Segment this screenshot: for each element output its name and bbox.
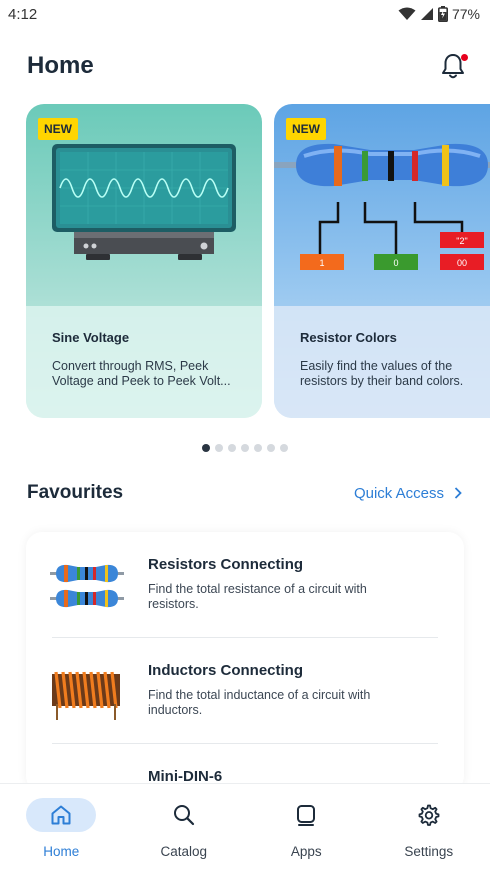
nav-settings-pill bbox=[394, 798, 464, 832]
bottom-navigation: Home Catalog Apps Settings bbox=[0, 783, 490, 871]
page-dot[interactable] bbox=[215, 444, 223, 452]
chevron-right-icon bbox=[454, 487, 462, 499]
nav-label: Home bbox=[43, 844, 80, 859]
gear-icon bbox=[418, 804, 440, 826]
featured-carousel[interactable]: NEW Sine Voltage Convert through RMS, Pe… bbox=[26, 104, 490, 418]
nav-settings[interactable]: Settings bbox=[368, 784, 490, 871]
wifi-icon bbox=[398, 7, 416, 20]
status-icons: 77% bbox=[398, 6, 480, 22]
header: Home bbox=[27, 48, 468, 84]
card-title: Sine Voltage bbox=[52, 330, 130, 345]
search-icon bbox=[173, 805, 194, 826]
nav-label: Catalog bbox=[160, 844, 208, 859]
new-badge: NEW bbox=[286, 118, 326, 140]
resistors-thumbnail bbox=[50, 564, 124, 608]
page-dot[interactable] bbox=[202, 444, 210, 452]
item-description: Find the total resistance of a circuit w… bbox=[148, 582, 367, 611]
nav-catalog-pill bbox=[149, 798, 219, 832]
card-title: Resistor Colors bbox=[300, 330, 397, 345]
nav-apps[interactable]: Apps bbox=[245, 784, 368, 871]
carousel-pagination[interactable] bbox=[0, 444, 490, 452]
card-description: Convert through RMS, Peek Voltage and Pe… bbox=[52, 359, 231, 388]
status-time: 4:12 bbox=[8, 5, 38, 23]
page-dot[interactable] bbox=[228, 444, 236, 452]
nav-label: Settings bbox=[404, 844, 454, 859]
home-icon bbox=[51, 805, 71, 825]
band-label-multiplier: 00 bbox=[457, 258, 467, 268]
inductor-thumbnail bbox=[52, 671, 120, 720]
page-dot[interactable] bbox=[241, 444, 249, 452]
list-item-inductors-connecting[interactable]: Inductors Connecting Find the total indu… bbox=[26, 638, 464, 744]
page-title: Home bbox=[27, 52, 94, 79]
nav-home[interactable]: Home bbox=[0, 784, 123, 871]
nav-home-pill bbox=[26, 798, 97, 832]
cell-signal-icon bbox=[420, 8, 433, 20]
nav-catalog[interactable]: Catalog bbox=[123, 784, 246, 871]
band-label-3: "2" bbox=[456, 236, 467, 246]
page-dot[interactable] bbox=[254, 444, 262, 452]
item-title: Resistors Connecting bbox=[148, 556, 304, 573]
new-badge: NEW bbox=[38, 118, 78, 140]
favourites-header: Favourites Quick Access bbox=[27, 480, 462, 506]
battery-percent: 77% bbox=[451, 6, 480, 22]
status-bar: 4:12 77% bbox=[0, 0, 490, 28]
nav-apps-pill bbox=[271, 798, 341, 832]
card-resistor-colors[interactable]: 1 0 "2" 00 NEW Resistor Colors Easily fi… bbox=[274, 104, 490, 418]
page-dot[interactable] bbox=[267, 444, 275, 452]
card-body: Resistor Colors Easily find the values o… bbox=[274, 306, 490, 418]
band-label-2: 0 bbox=[393, 258, 398, 268]
apps-icon bbox=[297, 805, 316, 826]
card-body: Sine Voltage Convert through RMS, Peek V… bbox=[26, 306, 262, 418]
band-label-1: 1 bbox=[319, 258, 324, 268]
item-title: Inductors Connecting bbox=[148, 662, 303, 679]
favourites-list: Resistors Connecting Find the total resi… bbox=[26, 532, 464, 792]
notifications-button[interactable] bbox=[440, 52, 468, 80]
card-description: Easily find the values of the resistors … bbox=[300, 359, 464, 388]
card-sine-voltage[interactable]: NEW Sine Voltage Convert through RMS, Pe… bbox=[26, 104, 262, 418]
battery-icon bbox=[437, 6, 448, 22]
quick-access-link[interactable]: Quick Access bbox=[354, 485, 462, 502]
notification-badge bbox=[461, 54, 468, 61]
page-dot[interactable] bbox=[280, 444, 288, 452]
list-item-resistors-connecting[interactable]: Resistors Connecting Find the total resi… bbox=[26, 532, 464, 638]
item-description: Find the total inductance of a circuit w… bbox=[148, 688, 371, 717]
quick-access-label: Quick Access bbox=[353, 484, 444, 502]
favourites-title: Favourites bbox=[27, 482, 124, 503]
nav-label: Apps bbox=[290, 844, 322, 859]
